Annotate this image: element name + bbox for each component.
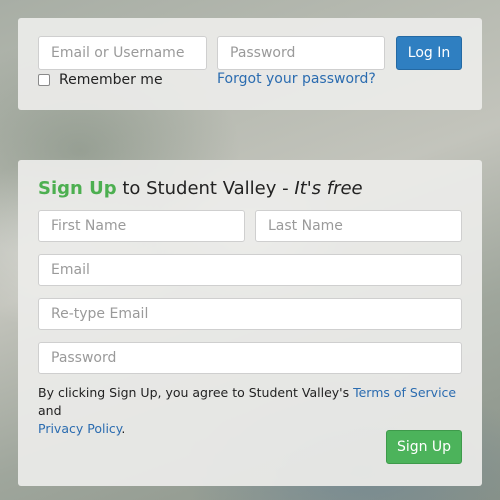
signup-password-input[interactable]: [38, 342, 462, 374]
remember-me-checkbox[interactable]: [38, 74, 50, 86]
email-input[interactable]: [38, 254, 462, 286]
terms-of-service-link[interactable]: Terms of Service: [353, 385, 456, 400]
first-name-input[interactable]: [38, 210, 245, 242]
signup-button[interactable]: Sign Up: [386, 430, 462, 464]
signup-title-accent: Sign Up: [38, 178, 117, 199]
signup-panel: Sign Up to Student Valley - It's free By…: [18, 160, 482, 486]
remember-me[interactable]: Remember me: [38, 72, 163, 88]
forgot-password-link[interactable]: Forgot your password?: [217, 71, 376, 87]
login-panel: Log In Remember me Forgot your password?: [18, 18, 482, 110]
terms-prefix: By clicking Sign Up, you agree to Studen…: [38, 385, 354, 400]
remember-me-label: Remember me: [59, 72, 163, 88]
last-name-input[interactable]: [255, 210, 462, 242]
terms-suffix: .: [121, 421, 126, 436]
login-button[interactable]: Log In: [396, 36, 462, 70]
signup-title-free: It's free: [294, 178, 363, 199]
terms-and: and: [38, 403, 62, 418]
login-password-input[interactable]: [217, 36, 385, 70]
signup-title: Sign Up to Student Valley - It's free: [38, 178, 363, 199]
privacy-policy-link[interactable]: Privacy Policy: [38, 421, 121, 436]
retype-email-input[interactable]: [38, 298, 462, 330]
username-input[interactable]: [38, 36, 207, 70]
signup-title-middle: to Student Valley -: [116, 178, 295, 199]
